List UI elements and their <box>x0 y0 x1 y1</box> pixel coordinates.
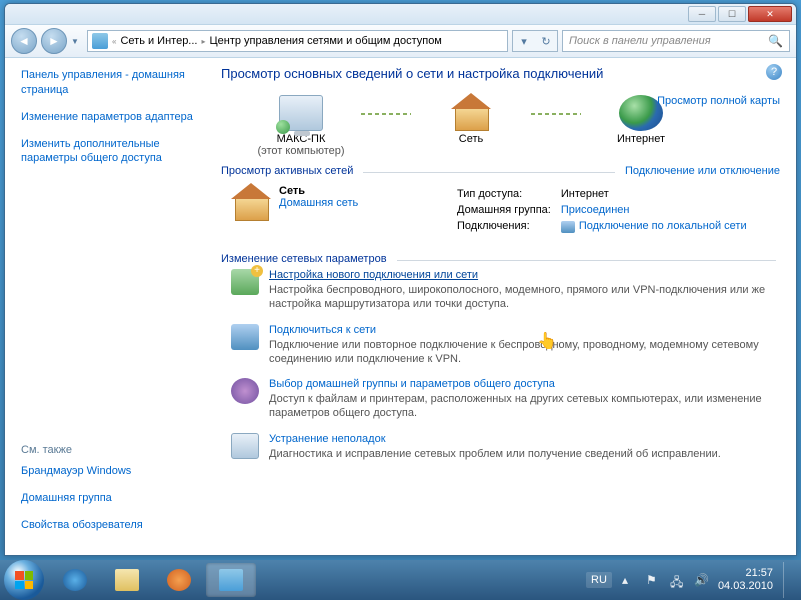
control-panel-window: ─ ☐ ✕ ◄ ► ▼ « Сеть и Интер... ▸ Центр уп… <box>4 3 797 556</box>
lan-icon <box>561 221 575 233</box>
setting-link-troubleshoot[interactable]: Устранение неполадок <box>269 433 386 445</box>
sidebar-link-sharing[interactable]: Изменить дополнительные параметры общего… <box>21 137 207 167</box>
forward-button[interactable]: ► <box>41 28 67 54</box>
nav-history-dropdown[interactable]: ▼ <box>71 37 83 46</box>
map-node-network[interactable]: Сеть <box>411 95 531 145</box>
network-details-table: Тип доступа: Интернет Домашняя группа: П… <box>455 185 757 239</box>
see-also-label: См. также <box>21 444 207 456</box>
setting-link-homegroup[interactable]: Выбор домашней группы и параметров общег… <box>269 378 555 390</box>
sidebar-link-home[interactable]: Панель управления - домашняя страница <box>21 68 207 98</box>
taskbar-ie[interactable] <box>50 563 100 597</box>
setting-homegroup: Выбор домашней группы и параметров общег… <box>221 378 780 421</box>
main-panel: ? Просмотр основных сведений о сети и на… <box>207 58 796 555</box>
show-desktop-button[interactable] <box>783 562 793 598</box>
search-input[interactable]: Поиск в панели управления 🔍 <box>562 30 790 52</box>
house-icon <box>451 95 491 131</box>
breadcrumb-part[interactable]: Сеть и Интер... <box>120 35 197 47</box>
sidebar-link-browser[interactable]: Свойства обозревателя <box>21 518 207 533</box>
setting-link-new-connection[interactable]: Настройка нового подключения или сети <box>269 269 478 281</box>
sidebar: Панель управления - домашняя страница Из… <box>5 58 207 555</box>
breadcrumb-sep-icon: « <box>112 37 116 46</box>
windows-logo-icon <box>15 571 33 589</box>
breadcrumb-part[interactable]: Центр управления сетями и общим доступом <box>210 35 442 47</box>
search-placeholder: Поиск в панели управления <box>569 35 711 47</box>
map-connector <box>531 113 581 115</box>
taskbar: RU ▴ ⚑ 🖧 🔊 21:57 04.03.2010 <box>0 560 801 600</box>
back-button[interactable]: ◄ <box>11 28 37 54</box>
control-panel-icon <box>219 569 243 591</box>
network-map: МАКС-ПК (этот компьютер) Сеть Интернет П… <box>221 95 780 157</box>
network-icon <box>92 33 108 49</box>
clock[interactable]: 21:57 04.03.2010 <box>718 567 773 592</box>
tray-flag-icon[interactable]: ⚑ <box>646 573 660 587</box>
map-node-computer[interactable]: МАКС-ПК (этот компьютер) <box>241 95 361 157</box>
tray-network-icon[interactable]: 🖧 <box>670 573 684 587</box>
user-badge-icon <box>276 120 290 134</box>
computer-icon <box>279 95 323 131</box>
sidebar-link-firewall[interactable]: Брандмауэр Windows <box>21 464 207 479</box>
view-full-map-link[interactable]: Просмотр полной карты <box>657 95 780 107</box>
ie-icon <box>63 569 87 591</box>
homegroup-link[interactable]: Присоединен <box>561 204 630 216</box>
titlebar: ─ ☐ ✕ <box>5 4 796 25</box>
taskbar-explorer[interactable] <box>102 563 152 597</box>
page-title: Просмотр основных сведений о сети и наст… <box>221 66 780 81</box>
taskbar-mediaplayer[interactable] <box>154 563 204 597</box>
table-row: Подключения: Подключение по локальной се… <box>457 219 755 237</box>
refresh-button[interactable]: ↻ <box>535 31 557 51</box>
address-dropdown-button[interactable]: ▾ <box>513 31 535 51</box>
address-actions: ▾ ↻ <box>512 30 558 52</box>
folder-icon <box>115 569 139 591</box>
help-icon[interactable]: ? <box>766 64 782 80</box>
sidebar-link-adapter[interactable]: Изменение параметров адаптера <box>21 110 207 125</box>
content-area: Панель управления - домашняя страница Из… <box>5 58 796 555</box>
network-type-link[interactable]: Домашняя сеть <box>279 197 358 209</box>
network-name: Сеть <box>279 185 305 197</box>
connection-link[interactable]: Подключение по локальной сети <box>561 220 747 233</box>
start-button[interactable] <box>4 560 44 600</box>
tray-volume-icon[interactable]: 🔊 <box>694 573 708 587</box>
connect-icon <box>231 324 259 350</box>
toolbar: ◄ ► ▼ « Сеть и Интер... ▸ Центр управлен… <box>5 25 796 58</box>
house-icon <box>231 185 271 221</box>
section-header-settings: Изменение сетевых параметров <box>221 253 780 265</box>
close-button[interactable]: ✕ <box>748 6 792 22</box>
table-row: Тип доступа: Интернет <box>457 187 755 201</box>
table-row: Домашняя группа: Присоединен <box>457 203 755 217</box>
setting-link-connect[interactable]: Подключиться к сети <box>269 324 376 336</box>
address-bar[interactable]: « Сеть и Интер... ▸ Центр управления сет… <box>87 30 508 52</box>
maximize-button[interactable]: ☐ <box>718 6 746 22</box>
chevron-right-icon: ▸ <box>201 37 205 46</box>
taskbar-control-panel[interactable] <box>206 563 256 597</box>
setting-troubleshoot: Устранение неполадок Диагностика и испра… <box>221 433 780 461</box>
troubleshoot-icon <box>231 433 259 459</box>
system-tray: RU ▴ ⚑ 🖧 🔊 21:57 04.03.2010 <box>586 562 797 598</box>
settings-list: Настройка нового подключения или сети На… <box>221 269 780 461</box>
minimize-button[interactable]: ─ <box>688 6 716 22</box>
active-network-block: Сеть Домашняя сеть Тип доступа: Интернет… <box>221 181 780 247</box>
language-indicator[interactable]: RU <box>586 572 612 588</box>
homegroup-icon <box>231 378 259 404</box>
sidebar-link-homegroup[interactable]: Домашняя группа <box>21 491 207 506</box>
media-player-icon <box>167 569 191 591</box>
search-icon: 🔍 <box>768 34 783 48</box>
new-connection-icon <box>231 269 259 295</box>
map-connector <box>361 113 411 115</box>
tray-show-hidden-icon[interactable]: ▴ <box>622 573 636 587</box>
section-header-active-networks: Просмотр активных сетей Подключение или … <box>221 165 780 177</box>
setting-new-connection: Настройка нового подключения или сети На… <box>221 269 780 312</box>
connect-disconnect-link[interactable]: Подключение или отключение <box>625 165 780 177</box>
setting-connect: Подключиться к сети Подключение или повт… <box>221 324 780 367</box>
